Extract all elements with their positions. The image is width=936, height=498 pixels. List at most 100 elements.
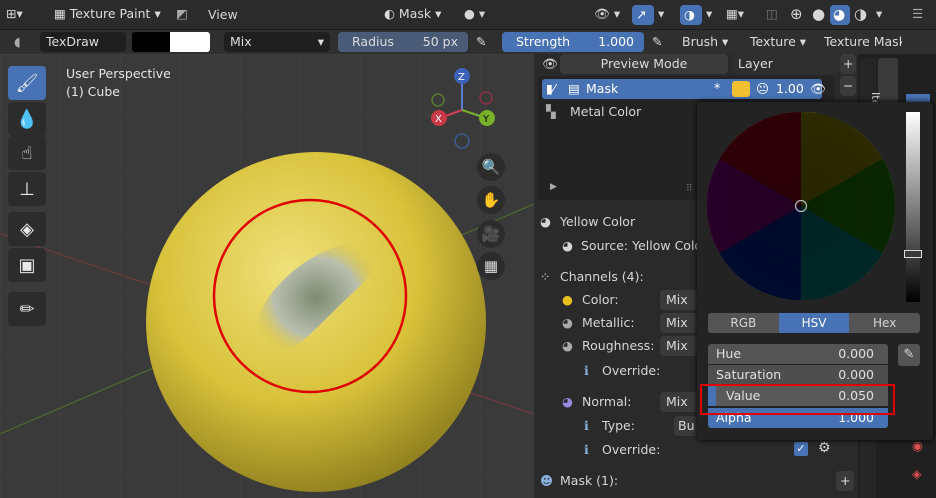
zoom-icon[interactable]: 🔍 (477, 153, 505, 181)
mask-tool-icon[interactable]: ▣ (8, 248, 46, 282)
layer-color-swatch[interactable] (732, 81, 750, 97)
eyedropper-icon[interactable]: ✎ (898, 344, 920, 366)
checker-icon: ▦ (54, 6, 66, 21)
mask-mode-dropdown[interactable]: ◐ Mask ▾ (378, 4, 454, 24)
tool-settings-bar: ◖ TexDraw Mix ▾ Radius 50 px ✎ Strength 1… (0, 30, 936, 54)
metallic-channel-icon: ◕ (562, 315, 573, 330)
overlays-dropdown[interactable]: ▾ (706, 6, 712, 21)
asterisk-icon: * (714, 80, 721, 95)
color-wheel[interactable] (706, 110, 896, 304)
header-bar: ⊞▾ ▦ Texture Paint ▾ ◩ View ◐ Mask ▾ ● ▾… (0, 0, 936, 30)
clone-tool-icon[interactable]: ⊥ (8, 172, 46, 206)
remove-layer-button[interactable]: − (840, 76, 856, 96)
navigation-gizmo[interactable]: Z X Y (424, 66, 504, 152)
image-icon: ▤ (568, 81, 580, 96)
preview-eye-icon[interactable]: 👁 (542, 56, 558, 72)
mode-dropdown[interactable]: ▦ Texture Paint ▾ (48, 4, 168, 24)
editor-type-icon[interactable]: ⊞▾ (6, 6, 23, 21)
resize-handle-icon[interactable]: ⠿ (686, 184, 693, 194)
smear-tool-icon[interactable]: ☝ (8, 136, 46, 170)
mask-section-header[interactable]: Mask (1): (560, 473, 618, 488)
halfcircle-icon: ◐ (384, 6, 395, 21)
perspective-grid-icon[interactable]: ▦ (477, 252, 505, 280)
info-icon: ℹ (584, 363, 589, 378)
mode-label: Texture Paint (69, 6, 151, 21)
gizmo-toggle-icon[interactable]: ↗ (632, 5, 654, 25)
channels-header[interactable]: Channels (4): (560, 269, 644, 284)
shading-dropdown[interactable]: ● ▾ (464, 6, 485, 21)
color-mode-tabs: RGB HSV Hex (708, 313, 921, 333)
texture-menu[interactable]: Texture ▾ (744, 32, 812, 52)
type-dropdown[interactable]: Bu (674, 416, 698, 436)
texture-mask-menu[interactable]: Texture Mask (818, 32, 902, 52)
camera-icon[interactable]: 🎥 (477, 220, 505, 248)
gizmo-x-label: X (435, 114, 442, 125)
override2-label: Override: (602, 442, 661, 457)
expand-triangle-icon[interactable]: ▶ (550, 182, 557, 192)
layer-dropdown[interactable]: Layer (732, 54, 840, 74)
gizmo-dropdown[interactable]: ▾ (658, 6, 664, 21)
material-shading-icon[interactable]: ◕ (830, 5, 850, 25)
fill-tool-icon[interactable]: ◈ (8, 212, 46, 246)
view-menu[interactable]: View (208, 7, 238, 22)
overlays-icon[interactable]: ◑ (680, 5, 702, 25)
highlight-box (700, 384, 895, 415)
wireframe-shading-icon[interactable]: ⊕ (790, 5, 803, 23)
annotate-tool-icon[interactable]: ✏ (8, 292, 46, 326)
roughness-blend-dropdown[interactable]: Mix (660, 336, 700, 356)
normal-blend-dropdown[interactable]: Mix (660, 392, 700, 412)
3d-viewport[interactable]: 🖌 💧 ☝ ⊥ ◈ ▣ ✏ User Perspective (1) Cube … (0, 54, 534, 498)
metallic-label: Metallic: (582, 315, 635, 330)
strength-slider[interactable]: Strength 1.000 (502, 32, 644, 52)
metallic-blend-dropdown[interactable]: Mix (660, 313, 700, 333)
solid-shading-icon[interactable]: ● (812, 5, 825, 23)
tab-rgb[interactable]: RGB (708, 313, 779, 333)
radius-slider[interactable]: Radius 50 px (338, 32, 468, 52)
tab-item[interactable]: Item (869, 58, 898, 117)
color-sphere-icon: ◕ (540, 214, 551, 229)
constraints-tab-icon[interactable]: ◈ (912, 466, 922, 481)
saturation-field[interactable]: Saturation 0.000 (708, 365, 888, 385)
brush-name-field[interactable]: TexDraw (40, 32, 126, 52)
toggle-xray-icon[interactable]: ◫ (766, 6, 778, 21)
add-mask-button[interactable]: + (836, 471, 854, 491)
draw-tool-icon[interactable]: 🖌 (8, 66, 46, 100)
pressure-icon[interactable]: ✎ (476, 34, 486, 49)
blend-mode-dropdown[interactable]: Mix ▾ (224, 32, 330, 52)
value-slider-handle[interactable] (904, 250, 922, 258)
brush-icon: ◖ (14, 34, 21, 49)
metal-layer-icon: ▚ (546, 104, 556, 119)
color-blend-dropdown[interactable]: Mix (660, 290, 700, 310)
settings-gear-icon[interactable]: ⚙ (818, 440, 831, 456)
override-label: Override: (602, 363, 661, 378)
color-channel-label: Color: (582, 292, 619, 307)
source-label[interactable]: Source: Yellow Color (581, 238, 707, 253)
soften-tool-icon[interactable]: 💧 (8, 102, 46, 136)
chevron-down-icon: ▾ (317, 34, 324, 49)
layer-row-mask[interactable]: ▮⁄ ▤ Mask * 😐 1.00 👁 (542, 79, 826, 99)
layer-row-metal[interactable]: Metal Color (570, 104, 641, 119)
tab-hsv[interactable]: HSV (778, 313, 850, 333)
overlay-icon[interactable]: ◩ (176, 6, 188, 21)
layer-opacity[interactable]: 1.00 (776, 81, 804, 96)
add-layer-button[interactable]: + (840, 54, 856, 74)
xray-icon[interactable]: ▦▾ (726, 6, 744, 21)
shading-options-dropdown[interactable]: ▾ (876, 6, 882, 21)
channels-icon: ⁘ (540, 269, 551, 284)
secondary-color-swatch[interactable] (170, 32, 210, 52)
visibility-icon[interactable]: 👁 ▾ (594, 6, 620, 22)
brush-menu[interactable]: Brush ▾ (676, 32, 736, 52)
rendered-shading-icon[interactable]: ◑ (854, 5, 867, 23)
type-label: Type: (602, 418, 635, 433)
outliner-icon[interactable]: ☰ (912, 6, 923, 21)
override-checkbox[interactable]: ✓ (794, 442, 808, 456)
value-slider[interactable] (906, 112, 920, 302)
layer-visibility-icon[interactable]: 👁 (810, 81, 826, 97)
physics-tab-icon[interactable]: ◉ (912, 438, 923, 453)
tab-hex[interactable]: Hex (849, 313, 921, 333)
strength-pressure-icon[interactable]: ✎ (652, 34, 662, 49)
pan-hand-icon[interactable]: ✋ (477, 186, 505, 214)
hue-field[interactable]: Hue 0.000 (708, 344, 888, 364)
primary-color-swatch[interactable] (132, 32, 170, 52)
preview-mode-button[interactable]: Preview Mode (560, 54, 728, 74)
